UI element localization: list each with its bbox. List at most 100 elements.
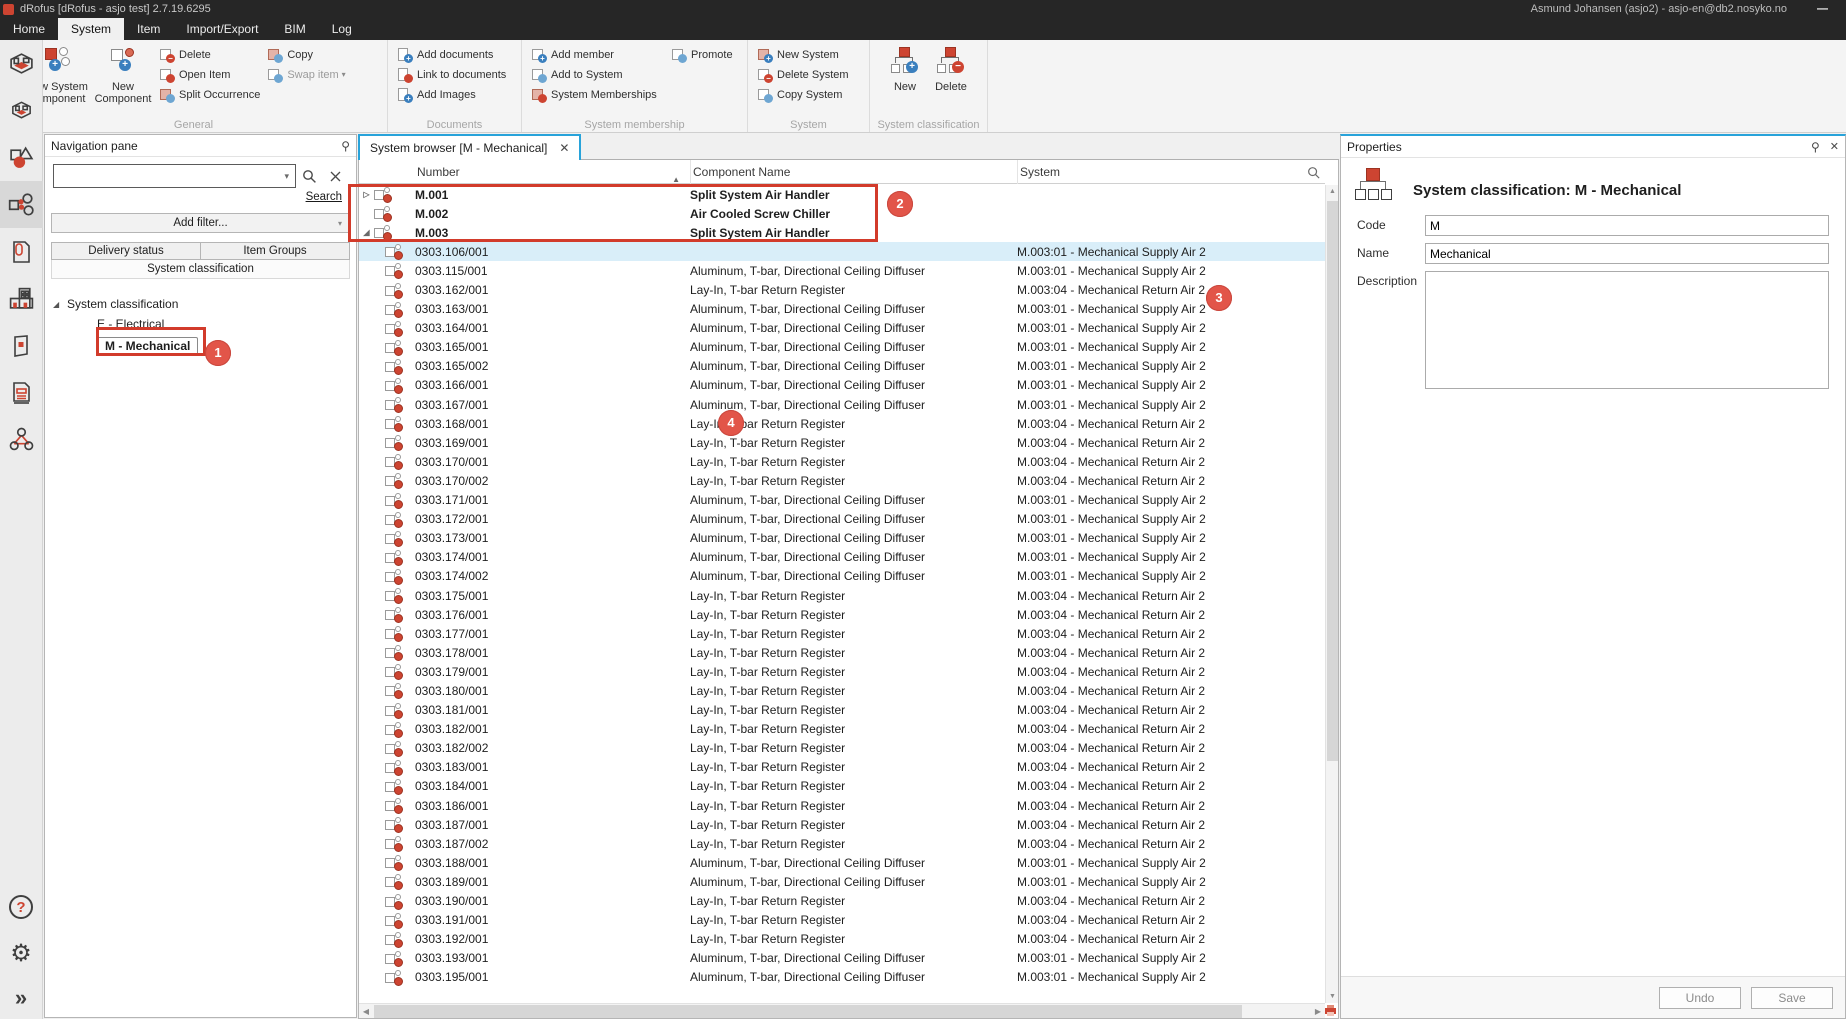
table-row[interactable]: 0303.195/001 Aluminum, T-bar, Directiona…: [359, 968, 1325, 987]
tab-item-groups[interactable]: Item Groups: [201, 242, 350, 260]
sidebar-item-products[interactable]: [0, 322, 43, 369]
new-component-button[interactable]: + New Component: [90, 44, 156, 105]
table-row[interactable]: 0303.170/001 Lay-In, T-bar Return Regist…: [359, 452, 1325, 471]
table-row[interactable]: 0303.187/001 Lay-In, T-bar Return Regist…: [359, 815, 1325, 834]
sidebar-item-systems[interactable]: [0, 181, 43, 228]
table-row[interactable]: 0303.169/001 Lay-In, T-bar Return Regist…: [359, 433, 1325, 452]
table-row[interactable]: 0303.192/001 Lay-In, T-bar Return Regist…: [359, 930, 1325, 949]
table-row[interactable]: 0303.183/001 Lay-In, T-bar Return Regist…: [359, 758, 1325, 777]
menu-item[interactable]: Item: [124, 18, 173, 40]
horizontal-scrollbar[interactable]: ◀ ▶: [359, 1003, 1325, 1018]
pin-icon[interactable]: ⚲: [1811, 140, 1820, 154]
table-row[interactable]: 0303.171/001 Aluminum, T-bar, Directiona…: [359, 491, 1325, 510]
table-row[interactable]: 0303.189/001 Aluminum, T-bar, Directiona…: [359, 872, 1325, 891]
table-row[interactable]: 0303.166/001 Aluminum, T-bar, Directiona…: [359, 376, 1325, 395]
new-classification-button[interactable]: + New: [882, 44, 928, 93]
sidebar-item-items[interactable]: [0, 134, 43, 181]
menu-import-export[interactable]: Import/Export: [173, 18, 271, 40]
table-row[interactable]: 0303.182/001 Lay-In, T-bar Return Regist…: [359, 720, 1325, 739]
table-row[interactable]: 0303.179/001 Lay-In, T-bar Return Regist…: [359, 662, 1325, 681]
table-row[interactable]: 0303.184/001 Lay-In, T-bar Return Regist…: [359, 777, 1325, 796]
table-row[interactable]: 0303.163/001 Aluminum, T-bar, Directiona…: [359, 300, 1325, 319]
new-system-button[interactable]: New System: [758, 46, 849, 63]
copy-button[interactable]: Copy: [268, 46, 345, 63]
horizontal-scroll-thumb[interactable]: [374, 1005, 1242, 1018]
undo-button[interactable]: Undo: [1659, 987, 1741, 1009]
table-row[interactable]: 0303.164/001 Aluminum, T-bar, Directiona…: [359, 319, 1325, 338]
table-row[interactable]: 0303.176/001 Lay-In, T-bar Return Regist…: [359, 605, 1325, 624]
open-item-button[interactable]: Open Item: [160, 66, 260, 83]
sidebar-expand-button[interactable]: »: [0, 977, 43, 1019]
tab-system-browser[interactable]: System browser [M - Mechanical] ✕: [358, 134, 581, 160]
add-documents-button[interactable]: Add documents: [398, 46, 506, 63]
tab-delivery-status[interactable]: Delivery status: [51, 242, 201, 260]
close-tab-icon[interactable]: ✕: [559, 141, 569, 155]
menu-home[interactable]: Home: [0, 18, 58, 40]
vertical-scrollbar[interactable]: ▲ ▼: [1325, 185, 1338, 1003]
table-row[interactable]: 0303.174/002 Aluminum, T-bar, Directiona…: [359, 567, 1325, 586]
table-row[interactable]: 0303.188/001 Aluminum, T-bar, Directiona…: [359, 853, 1325, 872]
delete-button[interactable]: Delete: [160, 46, 260, 63]
pin-icon[interactable]: ⚲: [341, 139, 350, 153]
table-row[interactable]: 0303.162/001 Lay-In, T-bar Return Regist…: [359, 280, 1325, 299]
tree-node-root[interactable]: ◢ System classification: [45, 295, 356, 314]
scroll-down-icon[interactable]: ▼: [1326, 990, 1339, 1003]
table-row[interactable]: 0303.175/001 Lay-In, T-bar Return Regist…: [359, 586, 1325, 605]
chevron-down-icon[interactable]: ▾: [278, 171, 295, 182]
scroll-up-icon[interactable]: ▲: [1326, 185, 1339, 198]
clear-search-button[interactable]: [322, 164, 348, 188]
search-button[interactable]: [296, 164, 322, 188]
column-header-number[interactable]: Number▲: [415, 160, 690, 184]
sidebar-item-room-data[interactable]: [0, 87, 43, 134]
table-row[interactable]: 0303.170/002 Lay-In, T-bar Return Regist…: [359, 471, 1325, 490]
table-row[interactable]: 0303.187/002 Lay-In, T-bar Return Regist…: [359, 834, 1325, 853]
save-button[interactable]: Save: [1751, 987, 1833, 1009]
table-row[interactable]: 0303.106/001 M.003:01 - Mechanical Suppl…: [359, 242, 1325, 261]
add-member-button[interactable]: Add member: [532, 46, 664, 63]
table-row[interactable]: 0303.191/001 Lay-In, T-bar Return Regist…: [359, 911, 1325, 930]
sidebar-item-buildings[interactable]: [0, 275, 43, 322]
table-row[interactable]: 0303.190/001 Lay-In, T-bar Return Regist…: [359, 891, 1325, 910]
scroll-right-icon[interactable]: ▶: [1311, 1004, 1325, 1019]
table-row[interactable]: 0303.172/001 Aluminum, T-bar, Directiona…: [359, 510, 1325, 529]
sidebar-item-rooms[interactable]: [0, 40, 43, 87]
table-row[interactable]: 0303.182/002 Lay-In, T-bar Return Regist…: [359, 739, 1325, 758]
table-row[interactable]: 0303.174/001 Aluminum, T-bar, Directiona…: [359, 548, 1325, 567]
minimize-button[interactable]: —: [1817, 3, 1828, 15]
scroll-left-icon[interactable]: ◀: [359, 1004, 373, 1019]
column-header-component-name[interactable]: Component Name: [690, 160, 1017, 184]
vertical-scroll-thumb[interactable]: [1327, 201, 1338, 761]
delete-system-button[interactable]: Delete System: [758, 66, 849, 83]
tree-expanded-icon[interactable]: ◢: [53, 295, 59, 314]
delete-classification-button[interactable]: − Delete: [928, 44, 974, 93]
table-row[interactable]: 0303.173/001 Aluminum, T-bar, Directiona…: [359, 529, 1325, 548]
description-field[interactable]: [1425, 271, 1829, 389]
add-filter-button[interactable]: Add filter... ▾: [51, 213, 350, 233]
add-images-button[interactable]: Add Images: [398, 86, 506, 103]
search-link[interactable]: Search: [45, 191, 342, 203]
table-row[interactable]: 0303.180/001 Lay-In, T-bar Return Regist…: [359, 681, 1325, 700]
sidebar-item-network[interactable]: [0, 416, 43, 463]
grid-print-icon[interactable]: [1324, 1004, 1337, 1017]
table-row[interactable]: 0303.165/001 Aluminum, T-bar, Directiona…: [359, 338, 1325, 357]
name-field[interactable]: [1425, 243, 1829, 264]
sidebar-item-settings[interactable]: ⚙: [0, 930, 43, 977]
table-row[interactable]: 0303.178/001 Lay-In, T-bar Return Regist…: [359, 643, 1325, 662]
table-row[interactable]: 0303.168/001 Lay-In, T-bar Return Regist…: [359, 414, 1325, 433]
table-row[interactable]: 0303.193/001 Aluminum, T-bar, Directiona…: [359, 949, 1325, 968]
table-row[interactable]: 0303.167/001 Aluminum, T-bar, Directiona…: [359, 395, 1325, 414]
table-row[interactable]: 0303.181/001 Lay-In, T-bar Return Regist…: [359, 701, 1325, 720]
system-memberships-button[interactable]: System Memberships: [532, 86, 664, 103]
menu-system[interactable]: System: [58, 18, 124, 40]
split-occurrence-button[interactable]: Split Occurrence: [160, 86, 260, 103]
table-row[interactable]: 0303.165/002 Aluminum, T-bar, Directiona…: [359, 357, 1325, 376]
column-header-system[interactable]: System: [1017, 160, 1325, 184]
menu-bim[interactable]: BIM: [271, 18, 318, 40]
table-row[interactable]: 0303.115/001 Aluminum, T-bar, Directiona…: [359, 261, 1325, 280]
close-pane-icon[interactable]: ✕: [1830, 140, 1839, 153]
table-row[interactable]: 0303.186/001 Lay-In, T-bar Return Regist…: [359, 796, 1325, 815]
link-to-documents-button[interactable]: Link to documents: [398, 66, 506, 83]
code-field[interactable]: [1425, 215, 1829, 236]
menu-log[interactable]: Log: [319, 18, 365, 40]
sidebar-item-help[interactable]: ?: [0, 883, 43, 930]
